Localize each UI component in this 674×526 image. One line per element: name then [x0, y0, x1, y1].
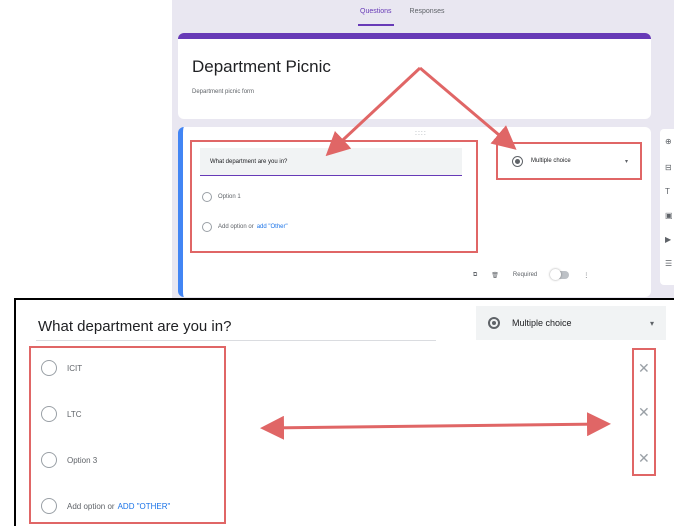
radio-icon: [41, 406, 57, 422]
more-vert-icon[interactable]: ⋮: [583, 272, 589, 279]
zoom-remove-options-highlight-box: ✕ ✕ ✕: [632, 348, 656, 476]
drag-handle[interactable]: ::::: [415, 130, 427, 137]
editor-tabs: Questions Responses: [358, 6, 447, 26]
radio-icon: [202, 222, 212, 232]
tab-questions[interactable]: Questions: [358, 6, 394, 26]
close-icon[interactable]: ✕: [638, 450, 650, 467]
import-questions-icon[interactable]: ⊟: [665, 163, 672, 172]
trash-icon[interactable]: 🗑: [491, 272, 499, 279]
zoom-question-underline: [36, 340, 436, 341]
add-other-link[interactable]: add "Other": [257, 224, 288, 230]
zoom-option-row[interactable]: LTC: [41, 406, 82, 422]
radio-icon: [41, 360, 57, 376]
radio-icon: [41, 452, 57, 468]
question-type-label: Multiple choice: [531, 158, 571, 164]
zoom-options-highlight-box: ICIT LTC Option 3 Add option or ADD "OTH…: [29, 346, 226, 524]
radio-button-checked-icon: [488, 317, 500, 329]
zoom-add-option-text[interactable]: Add option or: [67, 502, 115, 511]
radio-button-checked-icon: [512, 155, 523, 167]
form-description[interactable]: Department picnic form: [192, 89, 254, 95]
add-video-icon[interactable]: ▶: [665, 235, 671, 244]
caret-down-icon: ▾: [624, 158, 628, 165]
question-footer: ⧉ 🗑 Required ⋮: [473, 269, 589, 280]
question-card[interactable]: :::: What department are you in? Option …: [178, 127, 651, 297]
zoom-add-option-row[interactable]: Add option or ADD "OTHER": [41, 498, 170, 514]
form-title-card: Department Picnic Department picnic form: [178, 33, 651, 119]
caret-down-icon: ▾: [649, 318, 654, 328]
zoom-add-other-link[interactable]: ADD "OTHER": [118, 502, 171, 511]
zoom-question-type-dropdown[interactable]: Multiple choice ▾: [476, 306, 666, 340]
required-toggle[interactable]: [550, 269, 570, 280]
side-toolbar: ⊕ ⊟ T ▣ ▶ ☰: [660, 129, 674, 285]
zoom-option-row[interactable]: Option 3: [41, 452, 97, 468]
add-section-icon[interactable]: ☰: [665, 259, 672, 268]
question-title-text: What department are you in?: [210, 159, 288, 165]
close-icon[interactable]: ✕: [638, 404, 650, 421]
question-type-highlight-box: Multiple choice ▾: [496, 142, 642, 180]
zoom-question-type-label: Multiple choice: [512, 318, 572, 328]
zoom-option-label[interactable]: LTC: [67, 410, 82, 419]
add-image-icon[interactable]: ▣: [665, 211, 673, 220]
add-option-text[interactable]: Add option or: [218, 224, 254, 230]
question-highlight-box: What department are you in? Option 1 Add…: [190, 140, 478, 253]
zoom-option-label[interactable]: Option 3: [67, 456, 97, 465]
radio-icon: [41, 498, 57, 514]
add-title-icon[interactable]: T: [665, 187, 670, 196]
zoom-question-title[interactable]: What department are you in?: [38, 318, 231, 335]
option-row[interactable]: Option 1: [202, 192, 241, 202]
required-label: Required: [512, 272, 538, 278]
zoom-option-row[interactable]: ICIT: [41, 360, 82, 376]
question-type-dropdown[interactable]: Multiple choice ▾: [504, 150, 634, 172]
add-option-row[interactable]: Add option or add "Other": [202, 222, 288, 232]
add-question-icon[interactable]: ⊕: [665, 137, 672, 146]
close-icon[interactable]: ✕: [638, 360, 650, 377]
option-label: Option 1: [218, 194, 241, 200]
zoom-option-label[interactable]: ICIT: [67, 364, 82, 373]
form-title[interactable]: Department Picnic: [192, 57, 331, 77]
radio-icon: [202, 192, 212, 202]
copy-icon[interactable]: ⧉: [473, 272, 477, 279]
tab-responses[interactable]: Responses: [408, 6, 447, 26]
question-title-input[interactable]: What department are you in?: [200, 148, 462, 176]
zoomed-question-panel: What department are you in? Multiple cho…: [14, 298, 674, 526]
